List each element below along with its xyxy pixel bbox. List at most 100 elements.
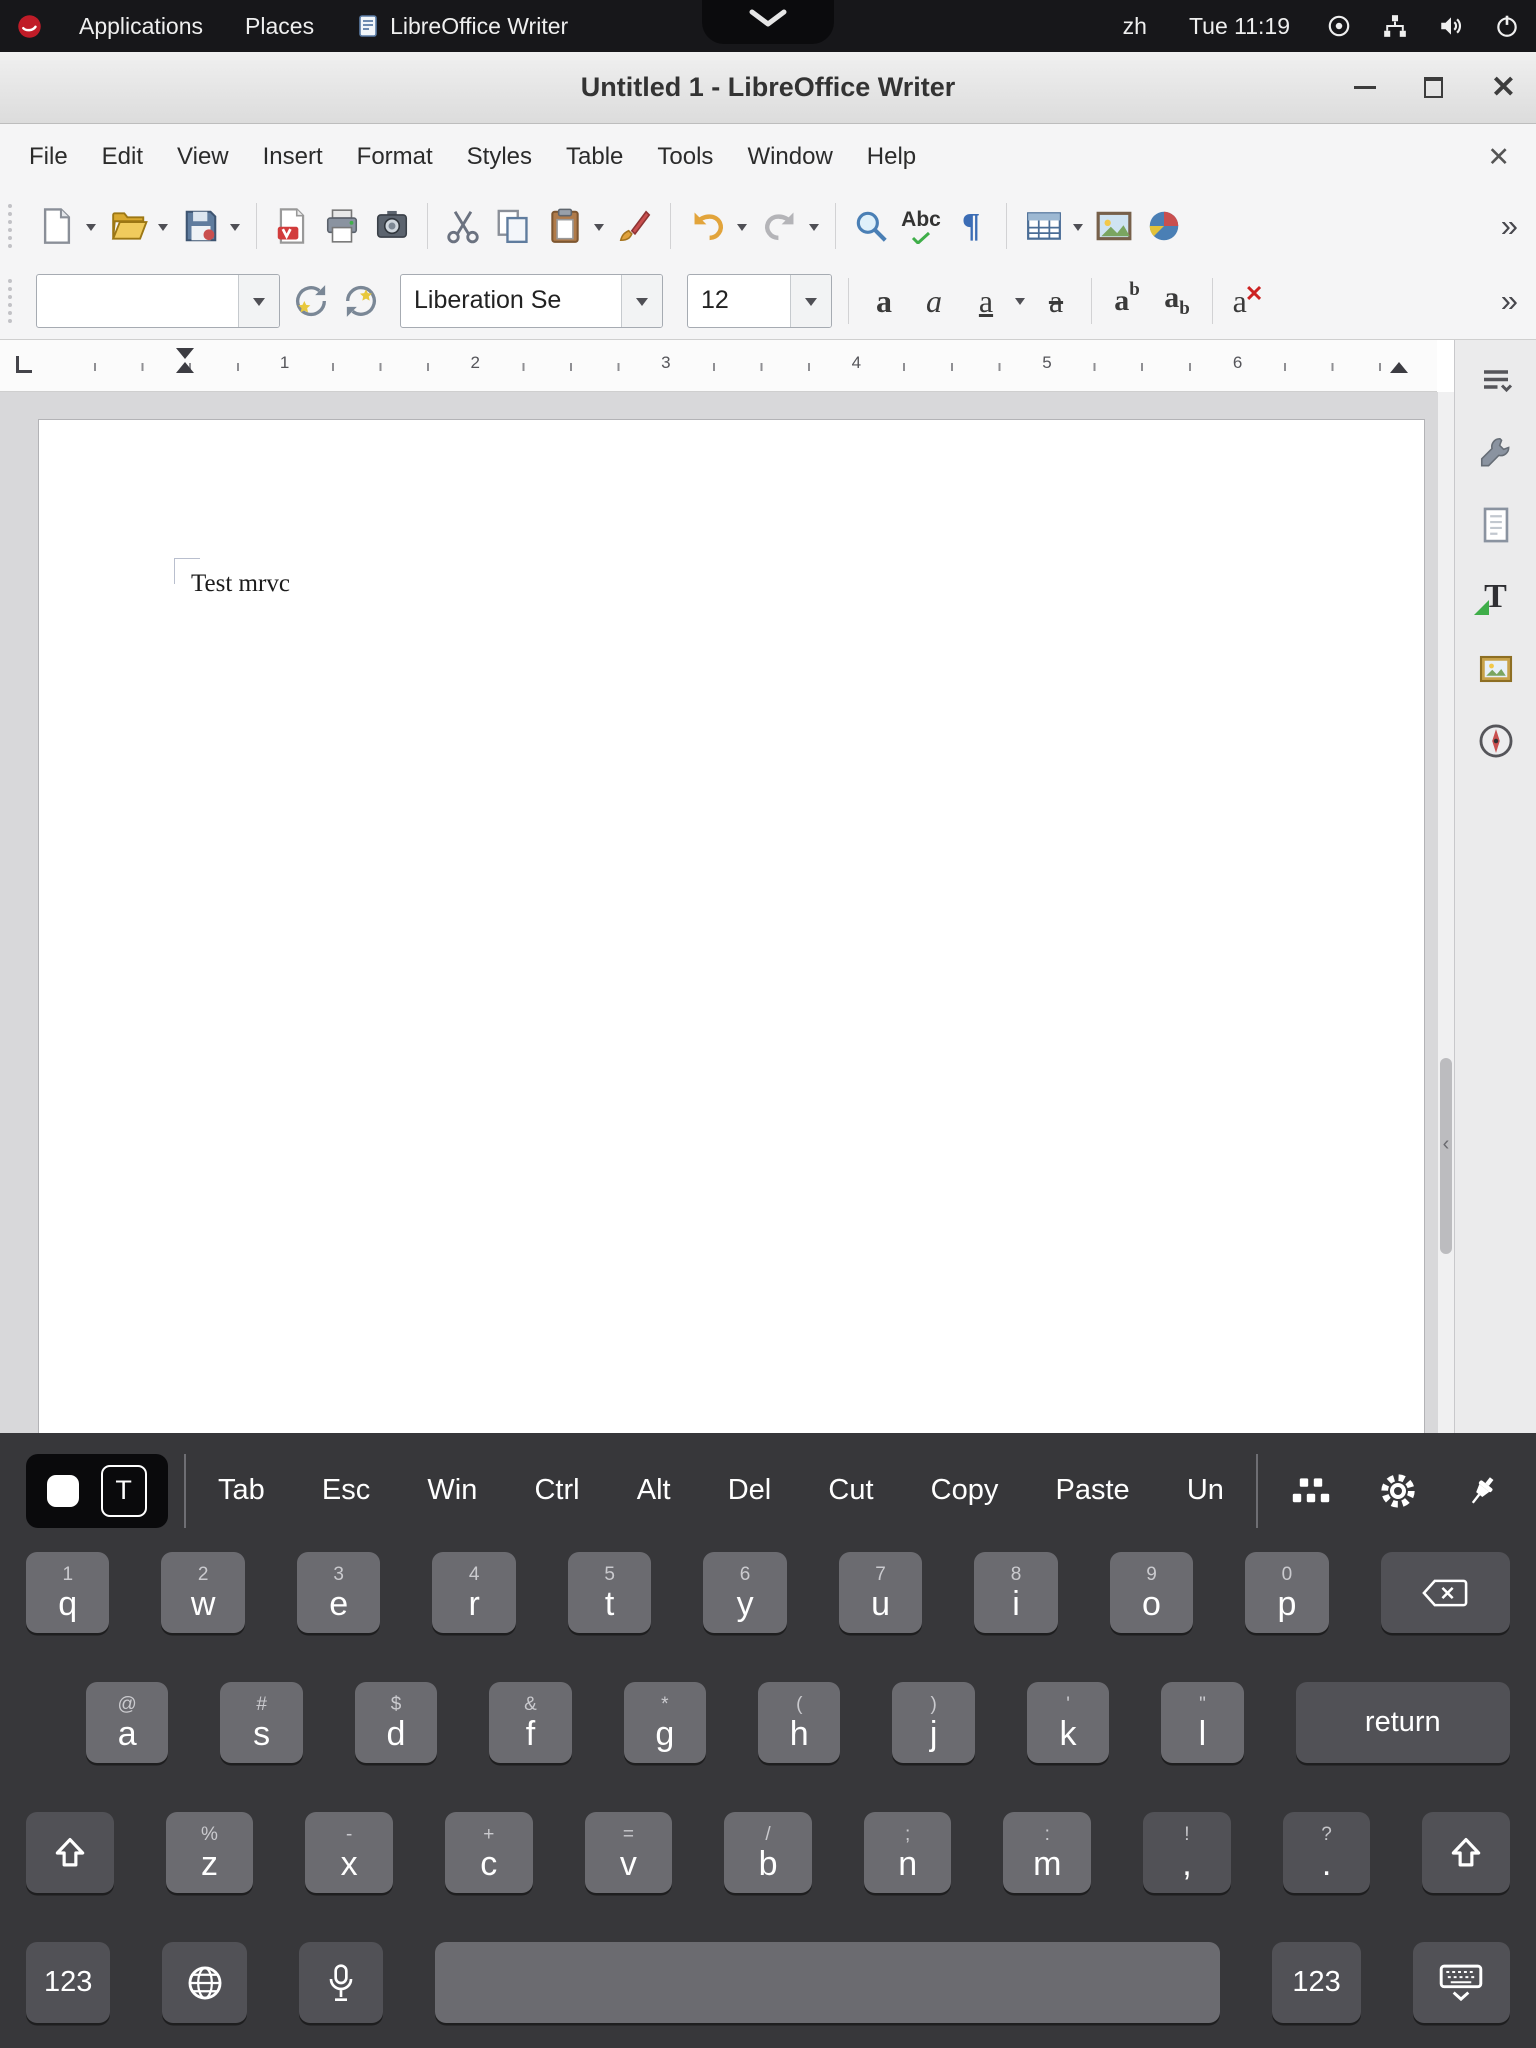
close-button[interactable]: ✕ — [1491, 73, 1516, 103]
hide-keyboard-key[interactable] — [1413, 1942, 1510, 2023]
space-key[interactable] — [435, 1942, 1220, 2023]
superscript-button[interactable]: ab — [1104, 272, 1150, 330]
navigator-deck-button[interactable] — [1472, 718, 1520, 764]
export-pdf-button[interactable] — [269, 197, 315, 255]
document-page[interactable]: Test mrvc — [39, 420, 1424, 1433]
undo-dropdown[interactable] — [733, 197, 751, 255]
key-u[interactable]: 7u — [839, 1552, 922, 1633]
new-document-button[interactable] — [34, 197, 80, 255]
italic-button[interactable]: a — [911, 272, 957, 330]
key-w[interactable]: 2w — [161, 1552, 244, 1633]
underline-button[interactable]: a — [963, 272, 1009, 330]
screencast-icon[interactable] — [1326, 13, 1352, 39]
right-shift-key[interactable] — [1422, 1812, 1510, 1893]
menu-tools[interactable]: Tools — [640, 135, 730, 179]
key-d[interactable]: $d — [355, 1682, 437, 1763]
copy-button[interactable] — [490, 197, 536, 255]
subscript-button[interactable]: ab — [1154, 272, 1200, 330]
open-button[interactable] — [106, 197, 152, 255]
text-mode-key[interactable]: T — [101, 1465, 147, 1517]
update-style-button[interactable] — [288, 272, 334, 330]
new-document-dropdown[interactable] — [82, 197, 100, 255]
kb-paste-key[interactable]: Paste — [1052, 1474, 1134, 1507]
backspace-key[interactable] — [1381, 1552, 1510, 1633]
horizontal-ruler[interactable]: 123456 — [0, 340, 1437, 392]
topbar-places[interactable]: Places — [239, 9, 320, 44]
kb-del-key[interactable]: Del — [724, 1474, 776, 1507]
page-deck-button[interactable] — [1472, 502, 1520, 548]
numbers-key-right[interactable]: 123 — [1272, 1942, 1361, 2023]
right-indent-marker[interactable] — [1390, 362, 1408, 373]
open-dropdown[interactable] — [154, 197, 172, 255]
key-s[interactable]: #s — [220, 1682, 302, 1763]
volume-icon[interactable] — [1438, 13, 1464, 39]
kb-un-key[interactable]: Un — [1183, 1474, 1228, 1507]
key-j[interactable]: )j — [892, 1682, 974, 1763]
key-h[interactable]: (h — [758, 1682, 840, 1763]
clear-formatting-button[interactable]: a✕ — [1225, 272, 1271, 330]
network-icon[interactable] — [1382, 13, 1408, 39]
pin-icon[interactable] — [1464, 1472, 1500, 1510]
undo-button[interactable] — [685, 197, 731, 255]
keyboard-notch[interactable] — [702, 0, 834, 44]
kb-alt-key[interactable]: Alt — [633, 1474, 675, 1507]
topbar-applications[interactable]: Applications — [73, 9, 209, 44]
key-n[interactable]: ;n — [864, 1812, 952, 1893]
strikethrough-button[interactable]: a — [1033, 272, 1079, 330]
sidebar-settings-button[interactable] — [1472, 358, 1520, 404]
properties-deck-button[interactable] — [1472, 430, 1520, 476]
key-m[interactable]: :m — [1003, 1812, 1091, 1893]
font-name-dropdown[interactable] — [621, 275, 662, 327]
topbar-active-app[interactable]: LibreOffice Writer — [350, 9, 574, 44]
font-name-combobox[interactable]: Liberation Se — [400, 274, 663, 328]
bold-button[interactable]: a — [861, 272, 907, 330]
font-size-combobox[interactable]: 12 — [687, 274, 832, 328]
input-language-indicator[interactable]: zh — [1117, 9, 1153, 44]
clone-formatting-button[interactable] — [612, 197, 658, 255]
vertical-scrollbar[interactable]: ‹ — [1437, 392, 1454, 1433]
save-button[interactable] — [178, 197, 224, 255]
sidebar-hide-handle[interactable]: ‹ — [1438, 1116, 1454, 1172]
styles-deck-button[interactable]: T — [1472, 574, 1520, 620]
numbers-key-left[interactable]: 123 — [26, 1942, 110, 2023]
cut-button[interactable] — [440, 197, 486, 255]
insert-image-button[interactable] — [1091, 197, 1137, 255]
maximize-button[interactable] — [1424, 77, 1443, 98]
paragraph-style-combobox[interactable] — [36, 274, 280, 328]
document-close-icon[interactable]: ✕ — [1487, 144, 1524, 171]
kb-ctrl-key[interactable]: Ctrl — [530, 1474, 583, 1507]
key-k[interactable]: 'k — [1027, 1682, 1109, 1763]
clock[interactable]: Tue 11:19 — [1183, 9, 1296, 44]
menu-file[interactable]: File — [12, 135, 85, 179]
toolbar-overflow-button[interactable]: » — [1501, 283, 1532, 319]
key-r[interactable]: 4r — [432, 1552, 515, 1633]
font-size-dropdown[interactable] — [790, 275, 831, 327]
settings-gear-icon[interactable] — [1378, 1471, 1418, 1511]
keyboard-mode-toggle[interactable]: T — [26, 1454, 168, 1528]
kb-tab-key[interactable]: Tab — [214, 1474, 269, 1507]
kb-copy-key[interactable]: Copy — [927, 1474, 1003, 1507]
left-shift-key[interactable] — [26, 1812, 114, 1893]
menu-view[interactable]: View — [160, 135, 246, 179]
key-e[interactable]: 3e — [297, 1552, 380, 1633]
key-y[interactable]: 6y — [703, 1552, 786, 1633]
paragraph-style-dropdown[interactable] — [238, 275, 279, 327]
comma-key[interactable]: !, — [1143, 1812, 1231, 1893]
print-button[interactable] — [319, 197, 365, 255]
menu-table[interactable]: Table — [549, 135, 640, 179]
menu-format[interactable]: Format — [340, 135, 450, 179]
return-key[interactable]: return — [1296, 1682, 1510, 1763]
find-replace-button[interactable] — [848, 197, 894, 255]
paste-button[interactable] — [542, 197, 588, 255]
dictation-key[interactable] — [299, 1942, 383, 2023]
power-icon[interactable] — [1494, 13, 1520, 39]
gallery-deck-button[interactable] — [1472, 646, 1520, 692]
key-v[interactable]: =v — [585, 1812, 673, 1893]
minimize-button[interactable] — [1354, 86, 1376, 89]
key-o[interactable]: 9o — [1110, 1552, 1193, 1633]
document-text[interactable]: Test mrvc — [191, 570, 290, 598]
key-x[interactable]: -x — [305, 1812, 393, 1893]
key-l[interactable]: "l — [1161, 1682, 1243, 1763]
menu-window[interactable]: Window — [730, 135, 849, 179]
globe-key[interactable] — [162, 1942, 246, 2023]
